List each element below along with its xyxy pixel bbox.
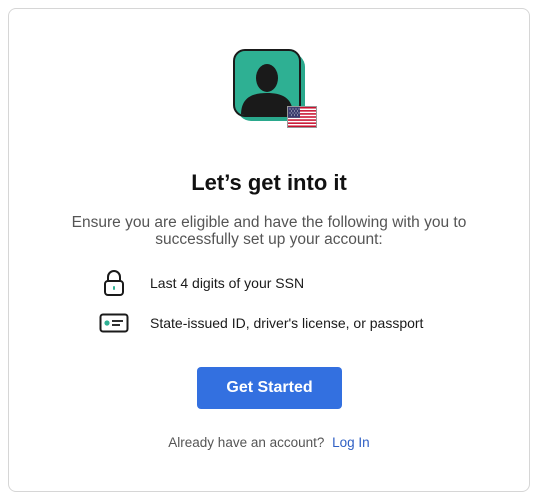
page-title: Let’s get into it [191,170,347,195]
requirement-label: Last 4 digits of your SSN [150,275,305,291]
signin-prompt: Already have an account? [168,435,325,450]
id-card-icon [98,308,130,338]
us-flag-icon [287,106,317,128]
requirement-ssn: Last 4 digits of your SSN [98,268,304,298]
requirement-label: State-issued ID, driver's license, or pa… [150,315,424,331]
requirement-id: State-issued ID, driver's license, or pa… [98,308,423,338]
page-subtitle: Ensure you are eligible and have the fol… [71,214,467,248]
avatar-illustration [233,49,317,129]
get-started-button[interactable]: Get Started [197,367,342,409]
signin-row: Already have an account? Log In [0,435,538,450]
login-link[interactable]: Log In [332,435,370,450]
lock-icon [98,268,130,298]
